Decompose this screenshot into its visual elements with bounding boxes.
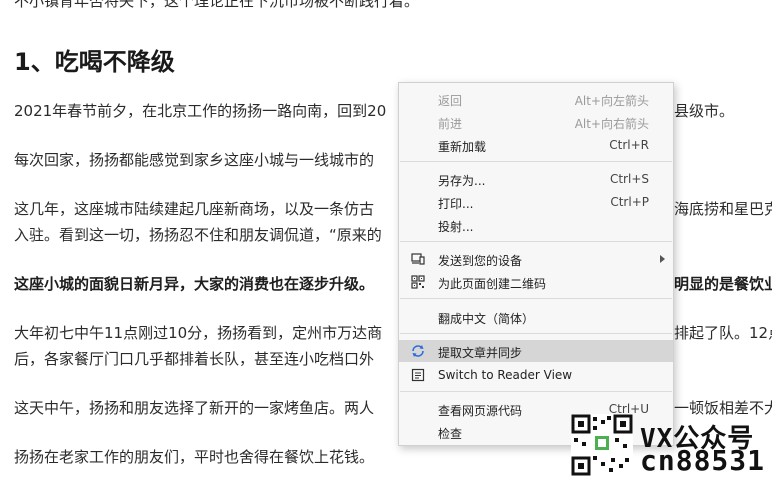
- paragraph-6: 这天中午，扬扬和朋友选择了新开的一家烤鱼店。两人: [14, 399, 375, 417]
- menu-item-reader-view[interactable]: Switch to Reader View: [399, 364, 673, 386]
- paragraph-1-tail: 县级市。: [674, 102, 735, 120]
- menu-item-label: 重新加载: [438, 140, 487, 154]
- menu-item-label: 检查: [438, 427, 463, 441]
- paragraph-3-line-2: 入驻。看到这一切，扬扬忍不住和朋友调侃道，“原来的: [14, 226, 382, 244]
- menu-item-shortcut: Alt+向右箭头: [574, 117, 649, 131]
- paragraph-6-tail: 一顿饭相差不大: [674, 399, 772, 417]
- submenu-arrow-icon: [660, 255, 665, 263]
- paragraph-7: 扬扬在老家工作的朋友们，平时也舍得在餐饮上花钱。: [14, 448, 375, 466]
- menu-item-label: 发送到您的设备: [438, 254, 523, 268]
- paragraph-3: 这几年，这座城市陆续建起几座新商场，以及一条仿古: [14, 200, 375, 218]
- menu-item-label: 返回: [438, 94, 463, 108]
- reader-view-icon: [411, 368, 425, 382]
- menu-item-reload[interactable]: 重新加载 Ctrl+R: [399, 134, 673, 156]
- menu-item-shortcut: Alt+向左箭头: [574, 94, 649, 108]
- menu-item-shortcut: Ctrl+P: [610, 195, 649, 209]
- article-heading: 1、吃喝不降级: [14, 48, 175, 76]
- menu-separator: [400, 391, 672, 392]
- menu-item-label: 另存为...: [438, 174, 486, 188]
- watermark-text-line-2: cn88531: [640, 444, 766, 477]
- menu-item-label: 查看网页源代码: [438, 404, 523, 418]
- menu-item-forward[interactable]: 前进 Alt+向右箭头: [399, 111, 673, 133]
- menu-item-shortcut: Ctrl+R: [609, 138, 649, 152]
- menu-separator: [400, 333, 672, 334]
- menu-item-label: 为此页面创建二维码: [438, 277, 547, 291]
- paragraph-1: 2021年春节前夕，在北京工作的扬扬一路向南，回到20: [14, 102, 387, 120]
- menu-item-save-as[interactable]: 另存为... Ctrl+S: [399, 168, 673, 190]
- paragraph-5-tail: 排起了队。12点: [674, 324, 772, 342]
- menu-item-translate[interactable]: 翻成中文（简体）: [399, 306, 673, 328]
- article-top-line: 不小镇青年否将失下，这个理论正在下沉市场被不断践行着。: [14, 0, 420, 10]
- menu-item-shortcut: Ctrl+S: [609, 172, 649, 186]
- menu-item-back[interactable]: 返回 Alt+向左箭头: [399, 88, 673, 110]
- paragraph-4-bold: 这座小城的面貌日新月异，大家的消费也在逐步升级。: [14, 275, 375, 293]
- menu-item-create-qr-code[interactable]: 为此页面创建二维码: [399, 271, 673, 293]
- context-menu: 返回 Alt+向左箭头 前进 Alt+向右箭头 重新加载 Ctrl+R 另存为.…: [398, 82, 674, 446]
- menu-item-send-to-devices[interactable]: 发送到您的设备: [399, 248, 673, 270]
- menu-item-label: 前进: [438, 117, 463, 131]
- menu-item-label: 提取文章并同步: [438, 346, 523, 360]
- sync-icon: [411, 344, 425, 358]
- menu-item-label: Switch to Reader View: [438, 368, 573, 382]
- menu-item-cast[interactable]: 投射...: [399, 214, 673, 236]
- paragraph-5-line-2: 后，各家餐厅门口几乎都排着长队，甚至连小吃档口外: [14, 350, 375, 368]
- menu-item-label: 打印...: [438, 197, 474, 211]
- paragraph-3-tail: 海底捞和星巴克: [674, 200, 772, 218]
- menu-separator: [400, 161, 672, 162]
- menu-item-label: 投射...: [438, 220, 474, 234]
- menu-separator: [400, 298, 672, 299]
- watermark-qr-code: [571, 414, 633, 476]
- paragraph-5: 大年初七中午11点刚过10分，扬扬看到，定州市万达商: [14, 324, 383, 342]
- devices-icon: [411, 252, 425, 266]
- paragraph-2: 每次回家，扬扬都能感觉到家乡这座小城与一线城市的: [14, 151, 375, 169]
- qr-code-icon: [411, 275, 425, 289]
- menu-separator: [400, 241, 672, 242]
- paragraph-4-tail: 明显的是餐饮业: [674, 275, 772, 293]
- menu-item-extract-article-sync[interactable]: 提取文章并同步: [399, 340, 673, 362]
- menu-item-label: 翻成中文（简体）: [438, 312, 535, 326]
- menu-item-print[interactable]: 打印... Ctrl+P: [399, 191, 673, 213]
